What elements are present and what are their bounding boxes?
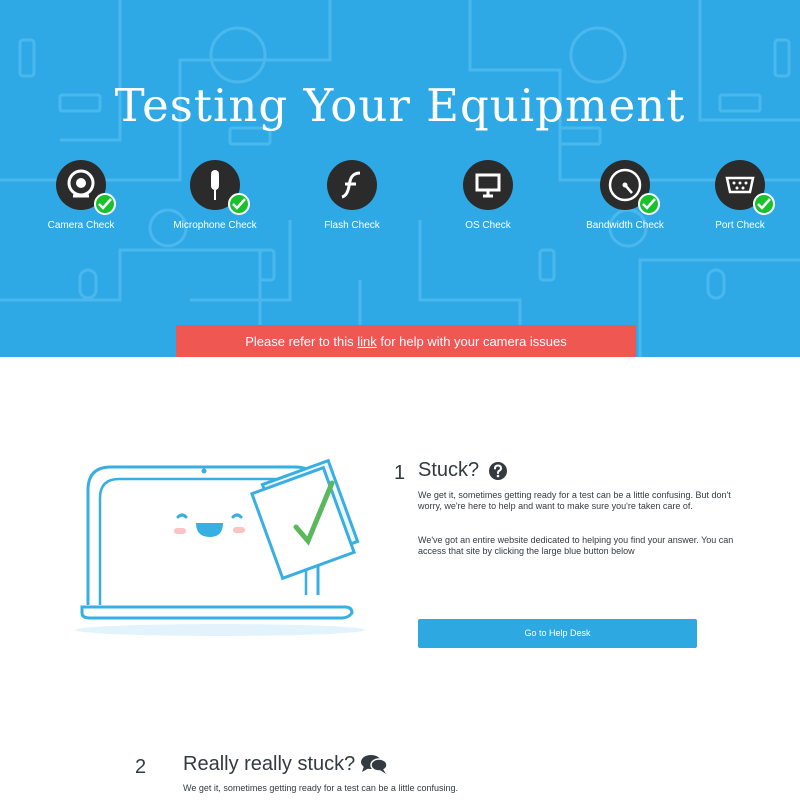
microphone-check: Microphone Check [145,160,285,240]
flash-check-label: Flash Check [324,220,380,231]
step-1-paragraph-1: We get it, sometimes getting ready for a… [418,490,731,511]
step-1-title: Stuck? [418,459,480,481]
camera-check: Camera Check [11,160,151,240]
check-passed-icon [753,193,775,215]
check-passed-icon [94,193,116,215]
port-check-label: Port Check [715,220,765,231]
step-2-paragraph-1: We get it, sometimes getting ready for a… [183,783,458,793]
camera-check-label: Camera Check [47,220,115,231]
check-passed-icon [638,193,660,215]
flash-check: Flash Check [282,160,422,240]
camera-alert-bar: Please refer to this link for help with … [176,325,636,357]
page-title: Testing Your Equipment [114,79,686,132]
os-check-label: OS Check [465,220,511,231]
alert-text-before: Please refer to this [245,334,358,349]
step-2-title: Really really stuck? [183,753,356,775]
monitor-icon [463,160,513,210]
question-circle-icon [489,462,507,480]
laptop-illustration [75,458,365,636]
step-1-number: 1 [394,462,406,484]
alert-text-after: for help with your camera issues [376,334,567,349]
step-1-paragraph-2: We've got an entire website dedicated to… [418,535,734,556]
step-2-number: 2 [135,756,147,778]
camera-help-link[interactable]: link [357,334,377,349]
help-desk-button[interactable]: Go to Help Desk [418,619,697,648]
port-check: Port Check [670,160,800,240]
microphone-check-label: Microphone Check [173,220,257,231]
hero-banner: Testing Your Equipment Camera Check Micr… [0,0,800,357]
flash-icon [327,160,377,210]
chat-bubbles-icon [361,755,388,774]
os-check: OS Check [418,160,558,240]
check-passed-icon [228,193,250,215]
